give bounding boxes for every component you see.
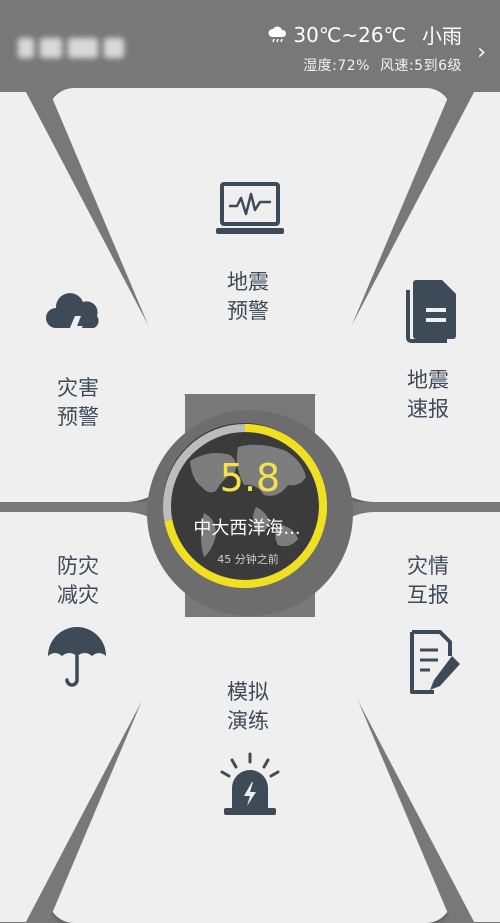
umbrella-icon bbox=[48, 627, 106, 687]
cloud-rain-icon bbox=[268, 26, 287, 42]
quake-magnitude: 5.8 bbox=[219, 456, 281, 500]
weather-details: 湿度:72% 风速:5到6级 bbox=[303, 55, 462, 75]
document-icon bbox=[406, 280, 456, 343]
chevron-right-icon[interactable]: › bbox=[477, 40, 486, 65]
quake-time-ago: 45 分钟之前 bbox=[217, 553, 279, 566]
storm-cloud-icon bbox=[46, 293, 99, 344]
weather-condition: 小雨 bbox=[422, 24, 462, 48]
tile-disaster-mutual-report-label: 灾情 互报 bbox=[407, 554, 449, 607]
tile-simulation-drill-label: 模拟 演练 bbox=[227, 680, 269, 733]
monitor-waveform-icon bbox=[216, 182, 284, 234]
quake-location: 中大西洋海... bbox=[193, 518, 301, 539]
weather-summary[interactable]: 30℃~26℃ 小雨 bbox=[267, 20, 462, 49]
alarm-siren-icon bbox=[220, 752, 280, 815]
location-label-blurred bbox=[18, 32, 130, 64]
tile-earthquake-report-label: 地震 速报 bbox=[407, 368, 449, 421]
tile-earthquake-warning-label: 地震 预警 bbox=[227, 270, 269, 323]
temperature-range: 30℃~26℃ bbox=[293, 22, 406, 47]
tile-disaster-warning-label: 灾害 预警 bbox=[57, 376, 99, 429]
humidity-text: 湿度:72% bbox=[303, 58, 370, 74]
wind-text: 风速:5到6级 bbox=[379, 58, 462, 74]
edit-document-icon bbox=[410, 630, 460, 694]
tile-disaster-prevention-label: 防灾 减灾 bbox=[57, 554, 99, 607]
app-screen: 30℃~26℃ 小雨 湿度:72% 风速:5到6级 › 地震 预警 灾害 预警 地震… bbox=[0, 0, 500, 923]
